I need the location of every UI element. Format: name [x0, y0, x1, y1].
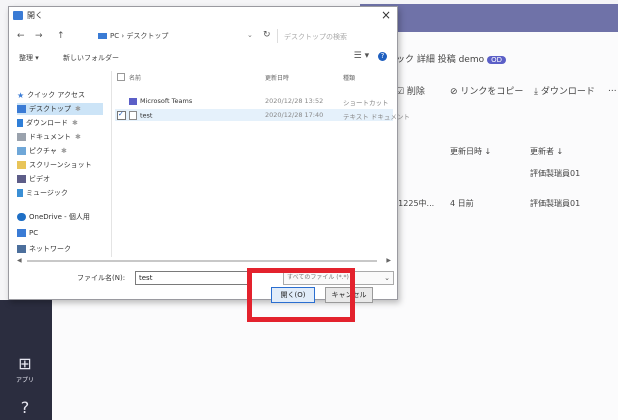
row1-modified-by: 評価製瑞員01	[530, 169, 581, 178]
dialog-app-icon	[13, 11, 23, 20]
download-icon	[17, 119, 23, 127]
pane-divider[interactable]	[111, 71, 112, 257]
nav-item-downloads[interactable]: ダウンロード ✱	[17, 117, 78, 129]
filename-label: ファイル名(N):	[77, 274, 126, 282]
file-list: 名前 更新日時 種類 Microsoft Teams 2020/12/28 13…	[115, 71, 410, 257]
forward-arrow-icon[interactable]: →	[35, 31, 43, 41]
file-list-header: 名前 更新日時 種類	[115, 71, 393, 83]
horizontal-scrollbar[interactable]: ◀ ▶	[15, 257, 393, 265]
apps-icon: ⊞	[18, 354, 32, 373]
nav-item-pictures[interactable]: ピクチャ ✱	[17, 145, 67, 157]
dialog-title: 開く	[27, 11, 43, 20]
download-button[interactable]: ⤓ ダウンロード	[534, 84, 595, 97]
star-icon: ★	[17, 90, 25, 100]
type-column-header[interactable]: 種類	[343, 73, 355, 82]
file-checkbox[interactable]	[117, 110, 126, 120]
path-dropdown-icon[interactable]: ⌄	[247, 31, 253, 39]
nav-item-quick-access[interactable]: ★ クイック アクセス	[17, 89, 85, 101]
more-button[interactable]: ...	[608, 84, 617, 94]
new-folder-button[interactable]: 新しいフォルダー	[63, 53, 119, 63]
desktop-icon	[17, 105, 26, 113]
network-icon	[17, 245, 26, 253]
pin-icon: ✱	[75, 105, 81, 113]
tab-badge: OD	[487, 56, 507, 64]
chevron-down-icon: ⌄	[384, 274, 390, 282]
select-all-checkbox[interactable]	[117, 73, 125, 81]
app-header-bar	[360, 4, 618, 32]
apps-rail-button[interactable]: ⊞ アプリ	[12, 356, 38, 385]
organize-menu[interactable]: 整理 ▾	[19, 53, 39, 63]
dialog-titlebar[interactable]: 開く ×	[9, 7, 397, 25]
modified-by-column-header[interactable]: 更新者 ↓	[530, 146, 563, 157]
pc-icon	[98, 33, 107, 39]
up-arrow-icon[interactable]: ↑	[57, 31, 65, 41]
teams-icon	[129, 97, 137, 105]
nav-item-videos[interactable]: ビデオ	[17, 173, 50, 185]
nav-item-network[interactable]: ネットワーク	[17, 243, 71, 255]
navigation-pane: ★ クイック アクセス デスクトップ ✱ ダウンロード ✱ ドキュメント ✱ ピクチャ ✱…	[15, 71, 107, 257]
path-breadcrumb[interactable]: PC › デスクトップ	[95, 31, 168, 41]
scroll-left-icon[interactable]: ◀	[17, 257, 22, 264]
file-type: テキスト ドキュメント	[343, 113, 410, 121]
music-icon	[17, 189, 23, 197]
copy-link-button[interactable]: ⊘ リンクをコピー	[450, 84, 523, 97]
close-button[interactable]: ×	[381, 8, 391, 22]
file-row-test[interactable]: test 2020/12/28 17:40 テキスト ドキュメント	[115, 109, 410, 121]
text-file-icon	[129, 111, 137, 120]
open-file-dialog: 開く × ← → ↑ PC › デスクトップ ⌄ ↻ デスクトップの検索 整理 …	[8, 6, 410, 303]
help-icon: ?	[20, 398, 30, 417]
modified-column-header[interactable]: 更新日時 ↓	[450, 146, 491, 157]
red-highlight-annotation	[247, 268, 355, 322]
scrollbar-track[interactable]	[27, 260, 377, 262]
cloud-icon	[17, 213, 26, 221]
row2-modified: 4 日前	[450, 199, 474, 208]
pictures-icon	[17, 147, 26, 155]
search-placeholder: デスクトップの検索	[284, 33, 347, 41]
name-column-header[interactable]: 名前	[129, 73, 141, 82]
pin-icon: ✱	[72, 119, 78, 127]
row2-modified-by: 評価製瑞員01	[530, 199, 581, 208]
file-type: ショートカット	[343, 99, 389, 107]
help-icon[interactable]: ?	[378, 52, 387, 61]
pin-icon: ✱	[75, 133, 81, 141]
documents-icon	[17, 133, 26, 141]
modified-column-header[interactable]: 更新日時	[265, 73, 289, 82]
filename-input[interactable]: test	[135, 271, 250, 285]
file-name: Microsoft Teams	[140, 97, 193, 105]
command-bar: 整理 ▾ 新しいフォルダー ☰ ▾ ?	[15, 51, 391, 65]
file-modified: 2020/12/28 17:40	[265, 111, 324, 119]
nav-item-desktop[interactable]: デスクトップ ✱	[17, 103, 103, 115]
nav-item-screenshots[interactable]: スクリーンショット	[17, 159, 92, 171]
folder-icon	[17, 161, 26, 169]
delete-button[interactable]: ☑ 削除	[396, 84, 425, 97]
help-rail-button[interactable]: ?	[12, 400, 38, 416]
address-bar: ← → ↑ PC › デスクトップ ⌄ ↻ デスクトップの検索	[15, 29, 391, 45]
nav-item-pc[interactable]: PC	[17, 227, 38, 239]
app-left-rail: ⊞ アプリ ?	[0, 300, 52, 420]
search-input[interactable]: デスクトップの検索	[277, 29, 388, 43]
view-icon: ☰ ▾	[353, 51, 370, 61]
channel-tabs[interactable]: ック 詳細 投稿 demo OD	[396, 52, 507, 65]
back-arrow-icon[interactable]: ←	[17, 31, 25, 41]
nav-item-music[interactable]: ミュージック	[17, 187, 68, 199]
pin-icon: ✱	[60, 147, 67, 155]
file-name: test	[140, 111, 153, 120]
file-modified: 2020/12/28 13:52	[265, 97, 324, 105]
scroll-right-icon[interactable]: ▶	[386, 257, 391, 264]
view-options[interactable]: ☰ ▾ ?	[354, 51, 387, 61]
pc-icon	[17, 229, 26, 237]
refresh-icon[interactable]: ↻	[263, 30, 271, 40]
videos-icon	[17, 175, 26, 183]
nav-item-onedrive[interactable]: OneDrive - 個人用	[17, 211, 90, 223]
file-row-teams[interactable]: Microsoft Teams 2020/12/28 13:52 ショートカット	[115, 95, 393, 107]
nav-item-documents[interactable]: ドキュメント ✱	[17, 131, 81, 143]
